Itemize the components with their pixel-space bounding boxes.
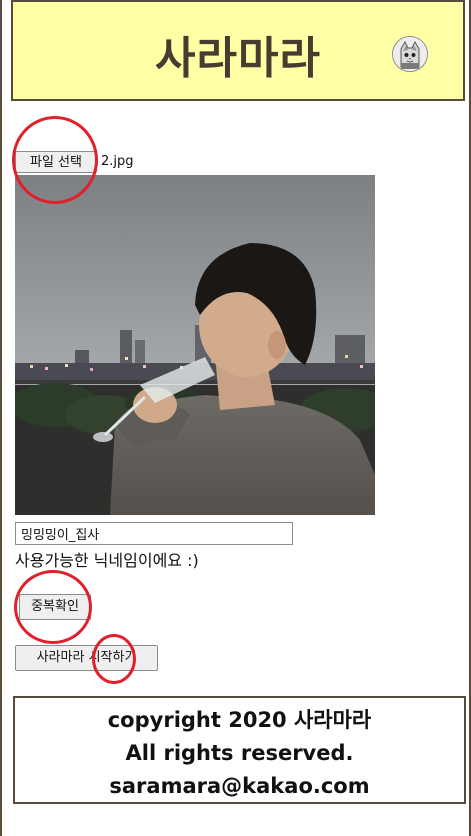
choose-file-button[interactable]: 파일 선택 <box>15 151 97 173</box>
selected-file-name: 2.jpg <box>101 154 134 169</box>
page: 사라마라 파일 선택 2.jpg 밍밍밍이_집사 사용가능한 닉네임이에요:)… <box>0 0 471 836</box>
footer: copyright 2020 사라마라 All rights reserved.… <box>13 696 466 804</box>
cat-avatar-icon <box>393 37 427 71</box>
nickname-availability-message: 사용가능한 닉네임이에요 :) <box>15 551 199 570</box>
footer-email: saramara@kakao.com <box>109 774 370 798</box>
footer-rights: All rights reserved. <box>125 741 354 765</box>
start-button[interactable]: 사라마라 시작하기 <box>15 645 158 671</box>
check-duplicate-button[interactable]: 중복확인 <box>19 594 91 620</box>
header: 사라마라 <box>11 0 465 101</box>
profile-photo-preview <box>15 175 375 515</box>
avatar[interactable] <box>392 36 428 72</box>
nickname-input[interactable] <box>15 522 293 545</box>
footer-copyright: copyright 2020 사라마라 <box>107 708 372 732</box>
profile-photo-image <box>15 175 375 515</box>
